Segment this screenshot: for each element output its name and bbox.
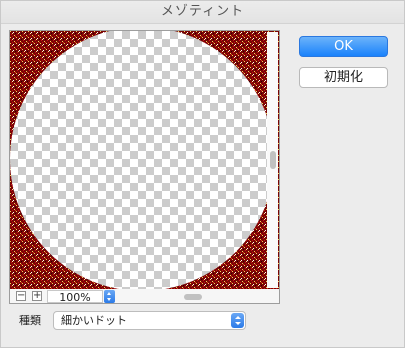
zoom-out-icon[interactable]: − — [16, 291, 26, 301]
reset-button[interactable]: 初期化 — [299, 67, 388, 88]
ok-button[interactable]: OK — [299, 36, 388, 57]
stepper-icon[interactable] — [104, 290, 115, 303]
window-title: メゾティント — [1, 1, 404, 24]
zoom-value[interactable]: 100% — [47, 290, 103, 304]
horizontal-scroll-thumb[interactable] — [184, 294, 202, 300]
type-label: 種類 — [19, 314, 41, 327]
type-select[interactable]: 細かいドット — [53, 311, 246, 330]
preview-pane[interactable] — [9, 30, 280, 290]
preview-image — [10, 31, 279, 289]
vertical-scroll-thumb[interactable] — [270, 151, 276, 169]
zoom-in-icon[interactable]: + — [32, 291, 42, 301]
mezzotint-dialog: メゾティント − + 100% OK 初期化 種類 細かいドット — [0, 0, 405, 348]
popup-arrows-icon[interactable] — [231, 313, 244, 328]
